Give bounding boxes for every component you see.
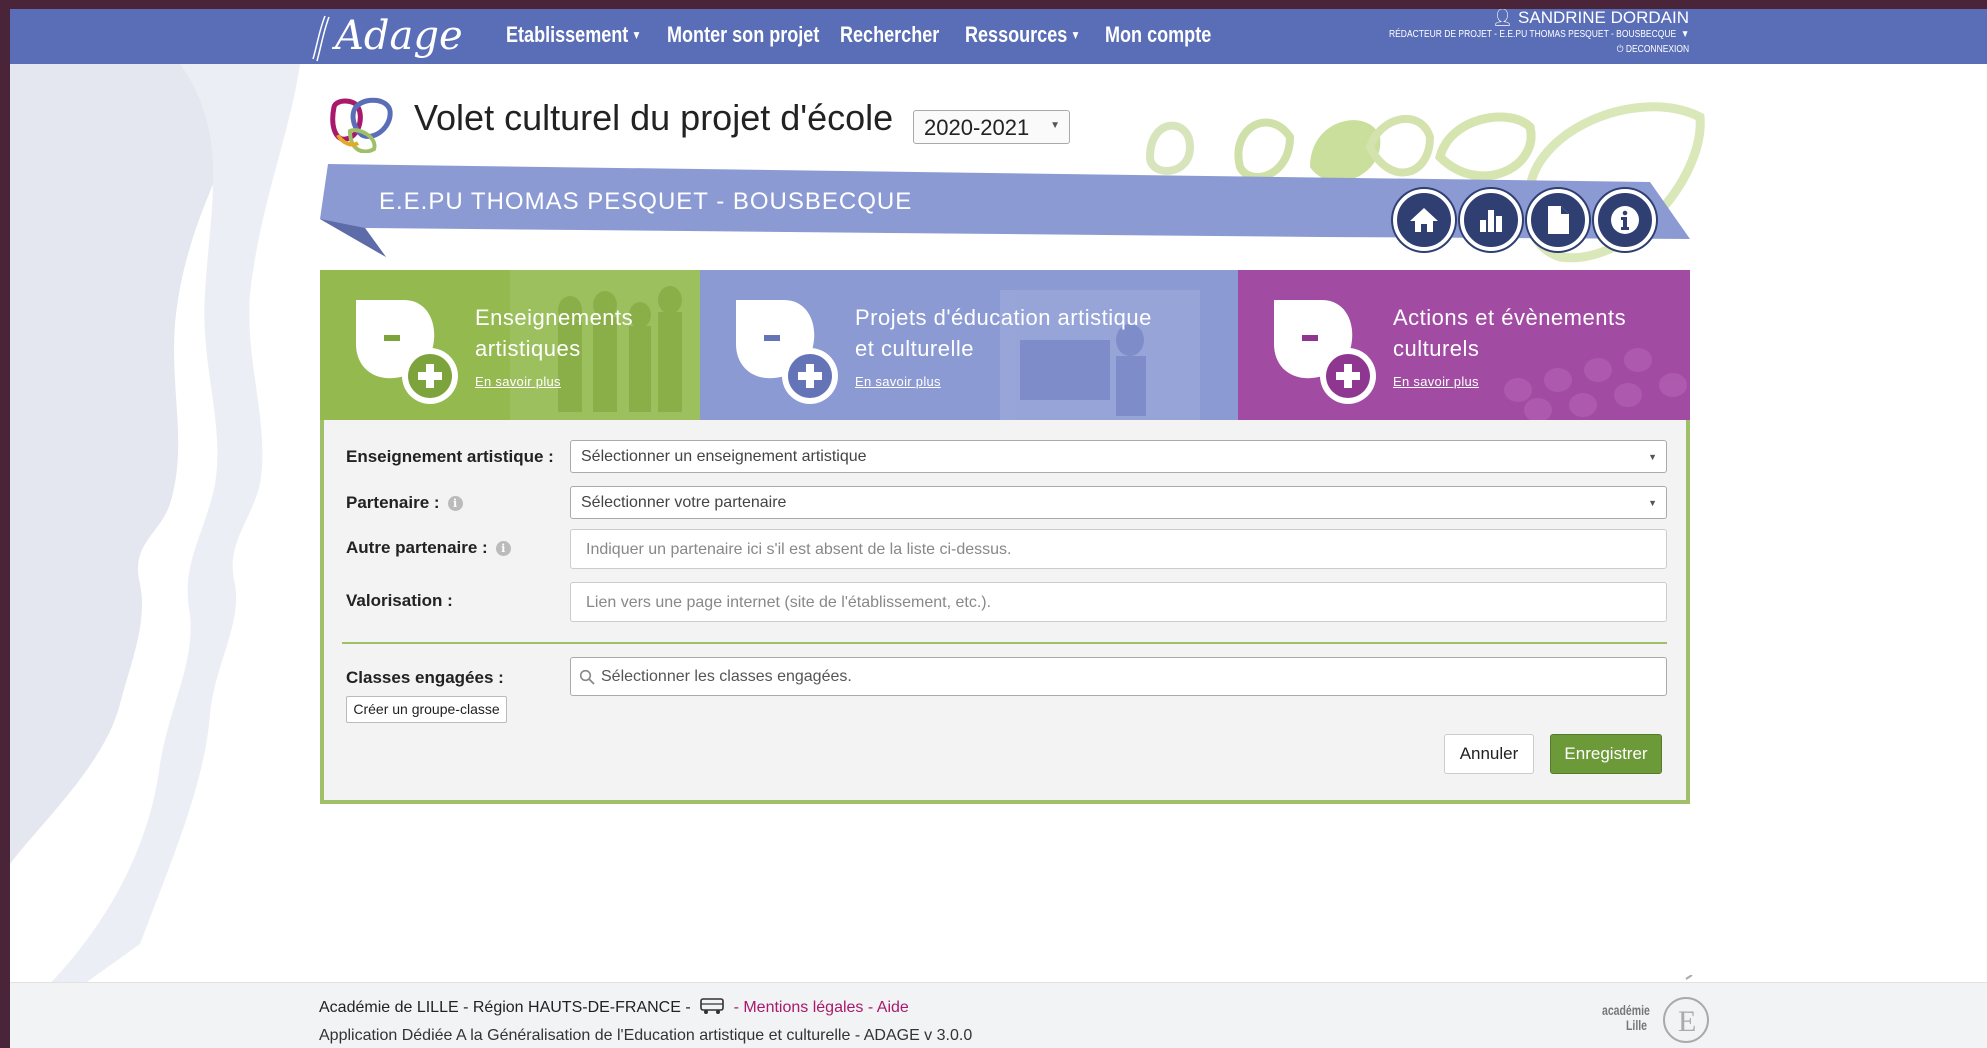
search-icon — [579, 669, 595, 685]
autre-partenaire-input[interactable]: Indiquer un partenaire ici s'il est abse… — [570, 529, 1667, 569]
caret-down-icon: ▼ — [1648, 498, 1657, 508]
footer-separator: - — [863, 999, 877, 1016]
year-select-value: 2020-2021 — [924, 115, 1030, 140]
en-savoir-plus-link[interactable]: En savoir plus — [1393, 374, 1479, 389]
user-icon: 👤︎ — [1491, 9, 1519, 27]
tab-title-line1: Enseignements — [475, 305, 634, 330]
tab-title: Projets d'éducation artistique et culture… — [855, 302, 1152, 364]
bar-chart-icon — [1480, 210, 1502, 232]
caret-down-icon: ▼ — [631, 28, 642, 42]
save-button[interactable]: Enregistrer — [1550, 734, 1662, 774]
home-icon — [1410, 208, 1438, 232]
valorisation-placeholder: Lien vers une page internet (site de l'é… — [586, 594, 992, 611]
en-savoir-plus-link[interactable]: En savoir plus — [855, 374, 941, 389]
user-name[interactable]: 👤︎ SANDRINE DORDAIN — [1492, 9, 1689, 28]
form-panel: Enseignement artistique : Sélectionner u… — [320, 420, 1690, 804]
en-savoir-plus-link[interactable]: En savoir plus — [475, 374, 561, 389]
logout-link[interactable]: ⏻ DECONNEXION — [1617, 44, 1689, 55]
footer-academy-text: Académie de LILLE - Région HAUTS-DE-FRAN… — [319, 999, 696, 1016]
enseignement-select-value: Sélectionner un enseignement artistique — [581, 448, 867, 465]
svg-text:Adage: Adage — [331, 13, 463, 59]
info-icon — [1611, 206, 1639, 234]
top-navbar: Adage Etablissement ▼ Monter son projet R… — [10, 9, 1987, 64]
document-icon — [1548, 206, 1569, 234]
footer-line1: Académie de LILLE - Région HAUTS-DE-FRAN… — [319, 997, 909, 1017]
form-divider — [342, 642, 1667, 644]
power-icon: ⏻ — [1616, 44, 1626, 55]
nav-mon-compte-label: Mon compte — [1105, 22, 1212, 47]
adage-logo[interactable]: Adage — [305, 11, 485, 66]
statistics-button[interactable] — [1460, 189, 1522, 251]
nav-monter-projet[interactable]: Monter son projet — [667, 22, 819, 48]
aide-link[interactable]: Aide — [877, 999, 909, 1016]
tab-enseignements-artistiques[interactable]: Enseignements artistiques En savoir plus — [320, 270, 700, 420]
tab-title-line2: et culturelle — [855, 336, 975, 361]
partenaire-label-text: Partenaire : — [346, 493, 440, 512]
nav-ressources-label: Ressources — [965, 22, 1068, 47]
minus-plus-leaf-icon — [736, 300, 838, 404]
valorisation-label: Valorisation : — [346, 591, 453, 610]
tab-title: Enseignements artistiques — [475, 302, 633, 364]
autre-partenaire-label-text: Autre partenaire : — [346, 538, 488, 557]
info-icon[interactable]: i — [495, 541, 511, 556]
cancel-button[interactable]: Annuler — [1444, 734, 1534, 774]
nav-rechercher[interactable]: Rechercher — [840, 22, 939, 48]
partenaire-label: Partenaire : i — [346, 493, 463, 513]
nav-monter-projet-label: Monter son projet — [667, 22, 820, 47]
user-name-text: SANDRINE DORDAIN — [1518, 9, 1689, 27]
svg-text:E: E — [1678, 1005, 1696, 1038]
tab-title-line2: culturels — [1393, 336, 1480, 361]
bus-icon[interactable] — [699, 997, 725, 1015]
tab-title-line1: Projets d'éducation artistique — [855, 305, 1152, 330]
tab-title-line1: Actions et évènements — [1393, 305, 1627, 330]
autre-partenaire-label: Autre partenaire : i — [346, 538, 511, 558]
tab-projets-education[interactable]: Projets d'éducation artistique et culture… — [700, 270, 1238, 420]
minus-plus-leaf-icon — [356, 300, 458, 404]
academie-text-line1: académie — [1602, 1002, 1650, 1018]
minus-plus-leaf-icon — [1274, 300, 1376, 404]
classes-input[interactable]: Sélectionner les classes engagées. — [570, 657, 1667, 696]
classes-placeholder: Sélectionner les classes engagées. — [601, 668, 852, 685]
create-group-button[interactable]: Créer un groupe-classe — [346, 696, 507, 723]
document-button[interactable] — [1527, 189, 1589, 251]
caret-down-icon: ▼ — [1050, 120, 1060, 131]
user-role[interactable]: RÉDACTEUR DE PROJET - E.E.PU THOMAS PESQ… — [1389, 29, 1689, 40]
valorisation-input[interactable]: Lien vers une page internet (site de l'é… — [570, 582, 1667, 622]
category-tabs: Enseignements artistiques En savoir plus … — [320, 270, 1690, 420]
caret-down-icon: ▼ — [1648, 452, 1657, 462]
info-icon[interactable]: i — [447, 496, 463, 511]
tab-title-line2: artistiques — [475, 336, 581, 361]
nav-etablissement-label: Etablissement — [506, 22, 629, 47]
caret-down-icon: ▼ — [1070, 28, 1081, 42]
tab-actions-evenements[interactable]: Actions et évènements culturels En savoir… — [1238, 270, 1690, 420]
page-title: Volet culturel du projet d'école — [414, 97, 894, 138]
footer-line2: Application Dédiée A la Généralisation d… — [319, 1027, 973, 1044]
enseignement-select[interactable]: Sélectionner un enseignement artistique ▼ — [570, 440, 1667, 473]
academie-lille-text: académie Lille — [1602, 1002, 1650, 1033]
footer-separator: - — [729, 999, 744, 1016]
page: Adage Etablissement ▼ Monter son projet R… — [10, 9, 1987, 1048]
volet-culturel-logo — [330, 97, 393, 153]
caret-down-icon: ▼ — [1680, 29, 1689, 40]
partenaire-select-value: Sélectionner votre partenaire — [581, 494, 787, 511]
academie-text-line2: Lille — [1625, 1017, 1647, 1033]
nav-etablissement[interactable]: Etablissement ▼ — [506, 22, 641, 48]
user-role-text: RÉDACTEUR DE PROJET - E.E.PU THOMAS PESQ… — [1388, 29, 1676, 40]
tab-title: Actions et évènements culturels — [1393, 302, 1626, 364]
enseignement-label: Enseignement artistique : — [346, 447, 554, 466]
classes-label: Classes engagées : — [346, 668, 504, 687]
mentions-legales-link[interactable]: Mentions légales — [743, 999, 863, 1016]
nav-rechercher-label: Rechercher — [840, 22, 940, 47]
background-face-silhouettes — [10, 64, 300, 994]
nav-ressources[interactable]: Ressources ▼ — [965, 22, 1080, 48]
year-select[interactable]: 2020-2021 ▼ — [913, 110, 1070, 144]
nav-mon-compte[interactable]: Mon compte — [1105, 22, 1211, 48]
partenaire-select[interactable]: Sélectionner votre partenaire ▼ — [570, 486, 1667, 519]
home-button[interactable] — [1393, 189, 1455, 251]
info-button[interactable] — [1594, 189, 1656, 251]
autre-partenaire-placeholder: Indiquer un partenaire ici s'il est abse… — [586, 541, 1012, 558]
school-name: E.E.PU THOMAS PESQUET - BOUSBECQUE — [379, 188, 913, 215]
footer: Académie de LILLE - Région HAUTS-DE-FRAN… — [10, 975, 1987, 1048]
logout-text: DECONNEXION — [1625, 44, 1689, 55]
